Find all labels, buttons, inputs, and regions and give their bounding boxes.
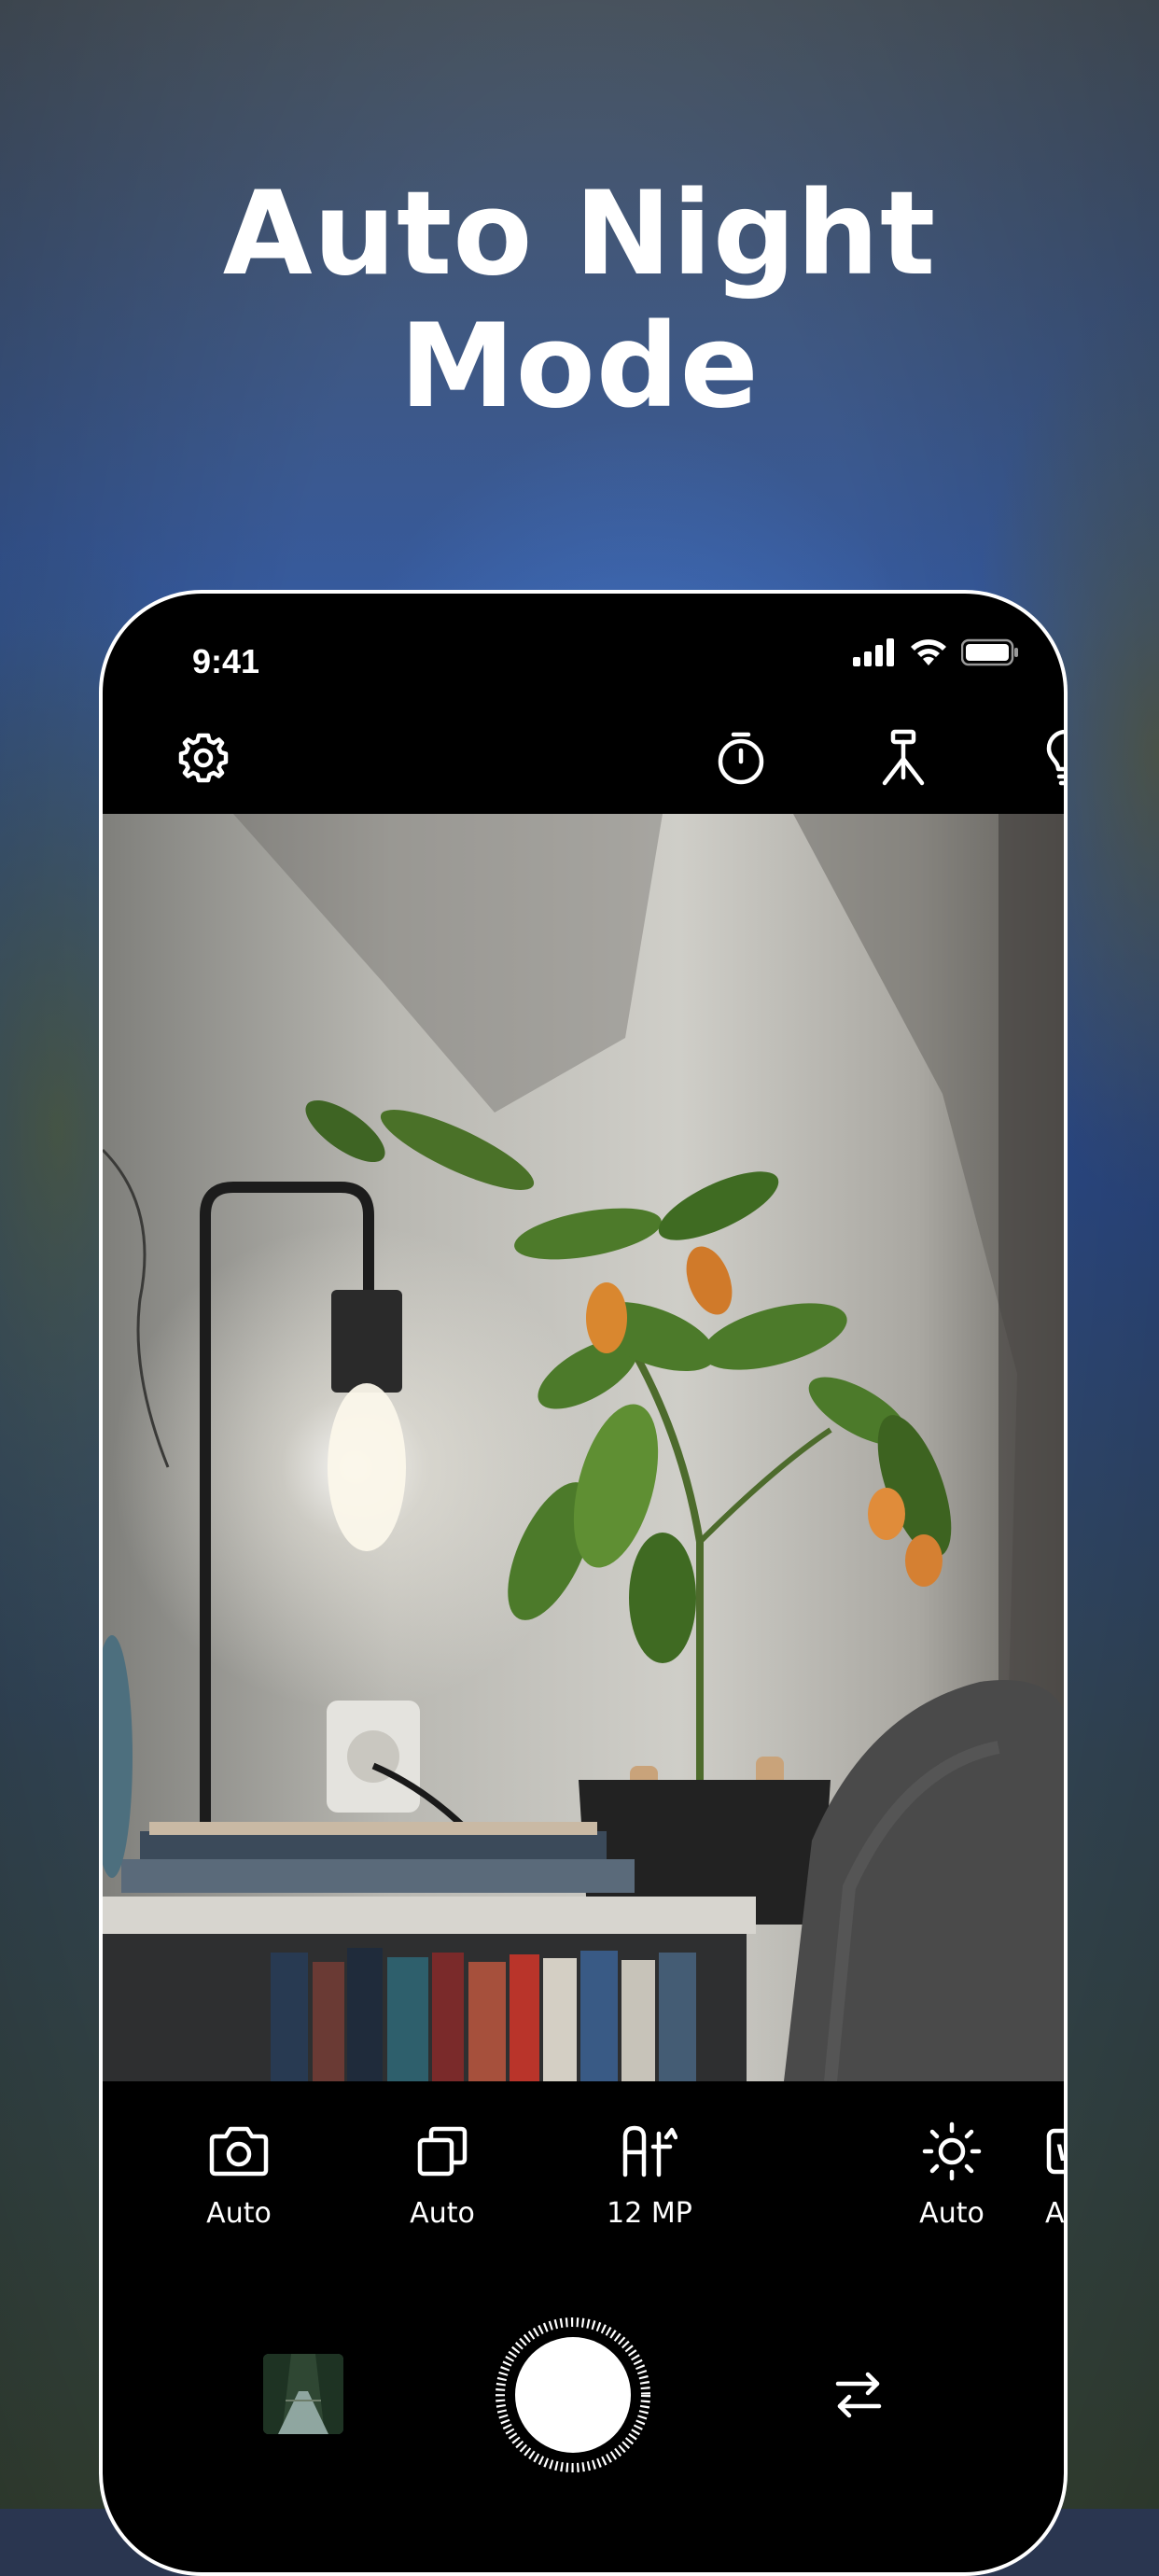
- mode-label: 12 MP: [607, 2197, 692, 2230]
- resolution-icon: [617, 2119, 682, 2184]
- status-icons: [853, 638, 1019, 666]
- headline-line-2: Mode: [399, 300, 760, 434]
- lightbulb-icon[interactable]: [1030, 722, 1064, 793]
- brightness-sun-icon: [919, 2119, 984, 2184]
- settings-gear-icon[interactable]: [168, 722, 239, 793]
- mode-label: Auto: [206, 2197, 272, 2230]
- svg-text:W: W: [1056, 2140, 1068, 2166]
- camera-viewfinder[interactable]: [103, 814, 1064, 2081]
- tripod-icon[interactable]: [868, 722, 939, 793]
- status-bar: 9:41: [103, 594, 1064, 704]
- promo-headline: Auto Night Mode: [0, 168, 1159, 433]
- timer-icon[interactable]: [705, 722, 776, 793]
- burst-stack-icon: [410, 2119, 475, 2184]
- capture-controls: [103, 2292, 1064, 2516]
- mode-white-balance[interactable]: W Auto: [1045, 2119, 1068, 2230]
- headline-line-1: Auto Night: [222, 167, 937, 301]
- flip-camera-icon[interactable]: [821, 2358, 896, 2432]
- cellular-signal-icon: [853, 638, 894, 666]
- mode-exposure[interactable]: Auto: [877, 2119, 1026, 2230]
- viewfinder-photo: [103, 814, 1064, 2081]
- mode-label: Auto: [1045, 2197, 1065, 2230]
- mode-label: Auto: [410, 2197, 475, 2230]
- phone-frame: 9:41 Auto Auto 12 MP Auto A: [99, 590, 1068, 2576]
- mode-selector: Auto Auto 12 MP Auto A: [103, 2081, 1064, 2268]
- battery-icon: [961, 638, 1018, 666]
- last-photo-thumbnail[interactable]: [263, 2354, 343, 2434]
- camera-icon: [206, 2119, 272, 2184]
- white-balance-icon: W: [1045, 2119, 1068, 2184]
- mode-photo[interactable]: Auto: [164, 2119, 314, 2230]
- mode-label: Auto: [919, 2197, 984, 2230]
- mode-resolution[interactable]: 12 MP: [575, 2119, 724, 2230]
- mode-burst[interactable]: Auto: [368, 2119, 517, 2230]
- camera-toolbar: [103, 704, 1064, 814]
- status-time: 9:41: [192, 642, 260, 680]
- wifi-icon: [911, 639, 946, 665]
- shutter-button[interactable]: [495, 2317, 651, 2473]
